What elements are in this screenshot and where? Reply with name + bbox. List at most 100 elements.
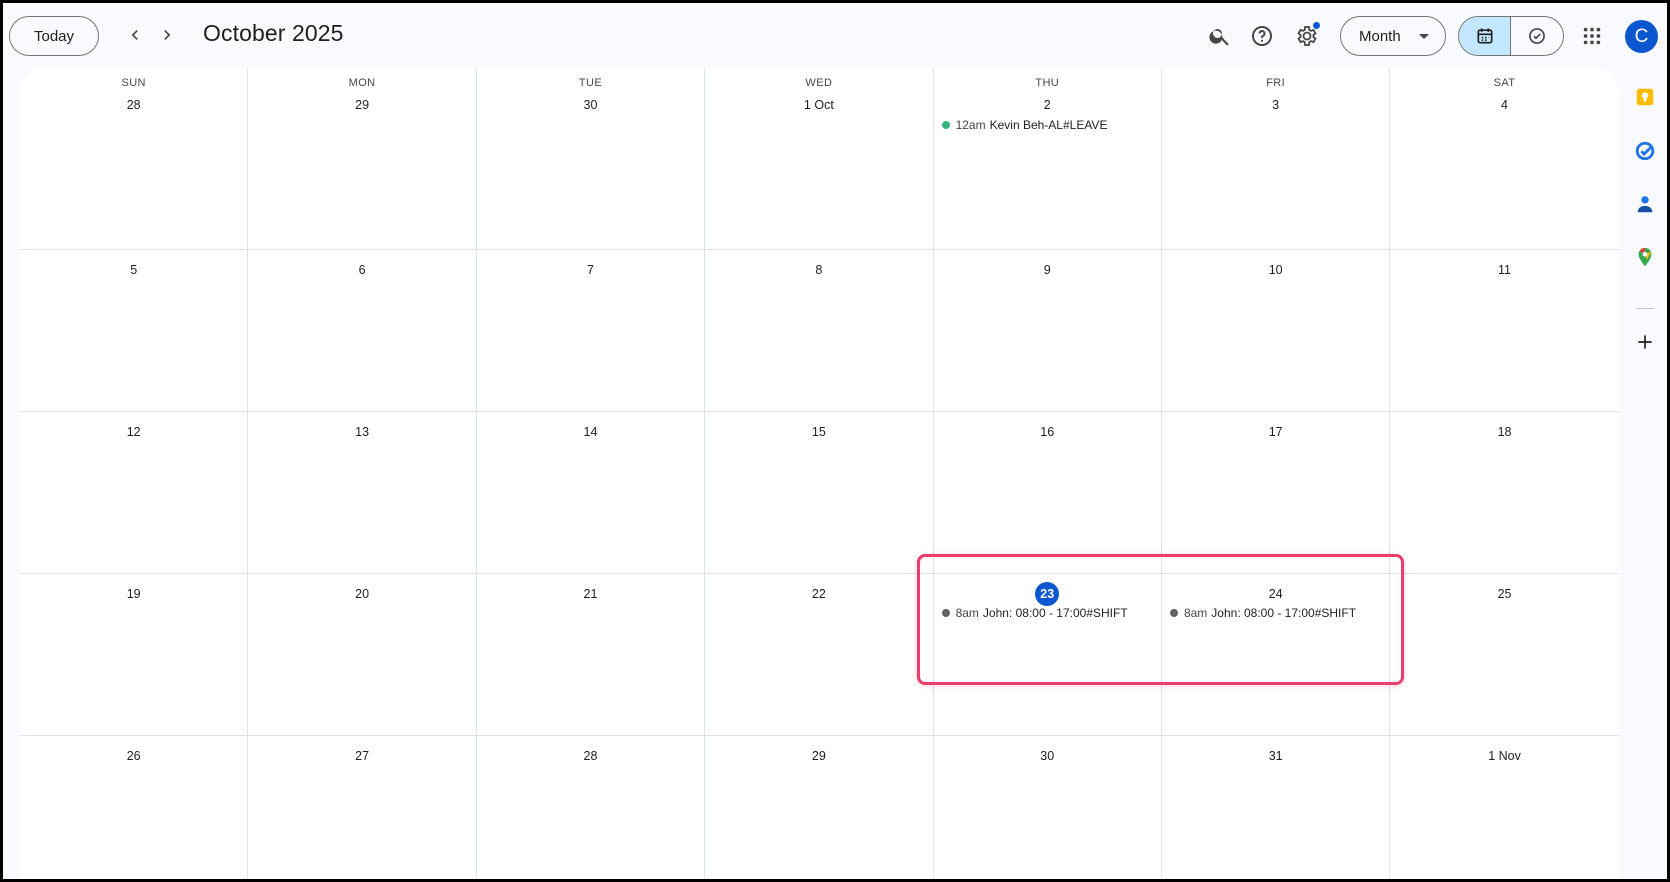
date-number[interactable]: 2	[1035, 93, 1059, 117]
keep-button[interactable]	[1633, 85, 1657, 109]
day-cell[interactable]: 23 8am John: 08:00 - 17:00#SHIFT	[933, 574, 1162, 736]
date-number[interactable]: 31	[1264, 744, 1288, 768]
day-cell[interactable]: 31	[1161, 736, 1391, 882]
tasks-button[interactable]	[1633, 139, 1657, 163]
date-number[interactable]: 8	[807, 258, 831, 282]
day-cell[interactable]: 21	[476, 574, 706, 736]
add-addon-button[interactable]	[1633, 330, 1657, 354]
day-cell[interactable]: 25	[1390, 574, 1619, 736]
chevron-right-icon	[164, 30, 171, 40]
date-number[interactable]: 13	[350, 420, 374, 444]
day-cell[interactable]: 24 8am John: 08:00 - 17:00#SHIFT	[1161, 574, 1391, 736]
day-cell[interactable]: 5	[20, 250, 249, 412]
date-number[interactable]: 17	[1264, 420, 1288, 444]
day-cell[interactable]: 8	[705, 250, 934, 412]
date-number[interactable]: 6	[350, 258, 374, 282]
event-title: John: 08:00 - 17:00#SHIFT	[1211, 606, 1357, 620]
day-cell[interactable]: 6	[248, 250, 477, 412]
day-cell[interactable]: 29	[705, 736, 934, 882]
date-number[interactable]: 22	[807, 582, 831, 606]
calendar-view-button[interactable]	[1459, 17, 1512, 55]
date-number[interactable]: 10	[1264, 258, 1288, 282]
date-number[interactable]: 1 Oct	[804, 93, 834, 117]
day-cell[interactable]: 10	[1161, 250, 1391, 412]
date-number[interactable]: 1 Nov	[1488, 744, 1521, 768]
day-cell[interactable]: 12	[20, 412, 249, 574]
date-number[interactable]: 5	[122, 258, 146, 282]
side-divider	[1636, 308, 1654, 309]
day-cell[interactable]: THU 2 12am Kevin Beh-AL#LEAVE	[933, 68, 1162, 250]
event-chip[interactable]: 8am John: 08:00 - 17:00#SHIFT	[941, 603, 1157, 623]
date-number[interactable]: 16	[1035, 420, 1059, 444]
date-number[interactable]: 28	[578, 744, 602, 768]
day-cell[interactable]: 16	[933, 412, 1162, 574]
page-title: October 2025	[203, 20, 344, 46]
date-number[interactable]: 11	[1493, 258, 1517, 282]
date-number[interactable]: 27	[350, 744, 374, 768]
date-number[interactable]: 30	[578, 93, 602, 117]
weekday-label: TUE	[578, 77, 603, 89]
date-number[interactable]: 19	[122, 582, 146, 606]
next-month-button[interactable]	[151, 19, 183, 51]
date-number[interactable]: 4	[1493, 93, 1517, 117]
view-select[interactable]: Month	[1340, 16, 1446, 56]
event-chip[interactable]: 12am Kevin Beh-AL#LEAVE	[941, 115, 1157, 135]
day-cell[interactable]: WED 1 Oct	[705, 68, 934, 250]
date-number[interactable]: 12	[122, 420, 146, 444]
day-cell[interactable]: 27	[248, 736, 477, 882]
maps-button[interactable]	[1633, 245, 1657, 269]
apps-button[interactable]	[1573, 17, 1611, 55]
tasks-icon	[1635, 141, 1655, 161]
day-cell[interactable]: 9	[933, 250, 1162, 412]
date-number[interactable]: 9	[1035, 258, 1059, 282]
day-cell[interactable]: 11	[1390, 250, 1619, 412]
day-cell[interactable]: TUE 30	[476, 68, 706, 250]
day-cell[interactable]: 30	[933, 736, 1162, 882]
search-button[interactable]	[1201, 17, 1239, 55]
avatar[interactable]: C	[1625, 20, 1658, 53]
date-number[interactable]: 29	[807, 744, 831, 768]
date-number[interactable]: 29	[350, 93, 374, 117]
day-cell[interactable]: SUN 28	[20, 68, 249, 250]
weekday-label: THU	[1035, 77, 1060, 89]
day-cell[interactable]: 15	[705, 412, 934, 574]
date-number[interactable]: 20	[350, 582, 374, 606]
day-cell[interactable]: 7	[476, 250, 706, 412]
contacts-icon	[1637, 196, 1653, 213]
date-number[interactable]: 25	[1493, 582, 1517, 606]
event-chip[interactable]: 8am John: 08:00 - 17:00#SHIFT	[1169, 603, 1385, 623]
plus-icon	[1638, 335, 1652, 349]
day-cell[interactable]: 14	[476, 412, 706, 574]
date-number[interactable]: 30	[1035, 744, 1059, 768]
calendar-icon	[1477, 28, 1492, 44]
help-button[interactable]	[1243, 17, 1281, 55]
day-cell[interactable]: 20	[248, 574, 477, 736]
day-cell[interactable]: 1 Nov	[1390, 736, 1619, 882]
event-title: Kevin Beh-AL#LEAVE	[989, 118, 1108, 132]
settings-button[interactable]	[1288, 17, 1326, 55]
previous-month-button[interactable]	[119, 19, 151, 51]
date-number[interactable]: 21	[578, 582, 602, 606]
date-number[interactable]: 28	[122, 93, 146, 117]
weekday-label: MON	[348, 77, 376, 89]
help-icon	[1252, 26, 1272, 46]
day-cell[interactable]: 26	[20, 736, 249, 882]
date-number[interactable]: 18	[1493, 420, 1517, 444]
day-cell[interactable]: FRI 3	[1161, 68, 1391, 250]
day-cell[interactable]: 18	[1390, 412, 1619, 574]
date-number[interactable]: 14	[578, 420, 602, 444]
date-number[interactable]: 26	[122, 744, 146, 768]
tasks-view-button[interactable]	[1511, 17, 1563, 55]
today-button[interactable]: Today	[9, 16, 99, 56]
day-cell[interactable]: 28	[476, 736, 706, 882]
contacts-button[interactable]	[1633, 192, 1657, 216]
day-cell[interactable]: 13	[248, 412, 477, 574]
date-number[interactable]: 3	[1264, 93, 1288, 117]
day-cell[interactable]: 22	[705, 574, 934, 736]
date-number[interactable]: 15	[807, 420, 831, 444]
day-cell[interactable]: MON 29	[248, 68, 477, 250]
day-cell[interactable]: 19	[20, 574, 249, 736]
day-cell[interactable]: SAT 4	[1390, 68, 1619, 250]
date-number[interactable]: 7	[578, 258, 602, 282]
day-cell[interactable]: 17	[1161, 412, 1391, 574]
